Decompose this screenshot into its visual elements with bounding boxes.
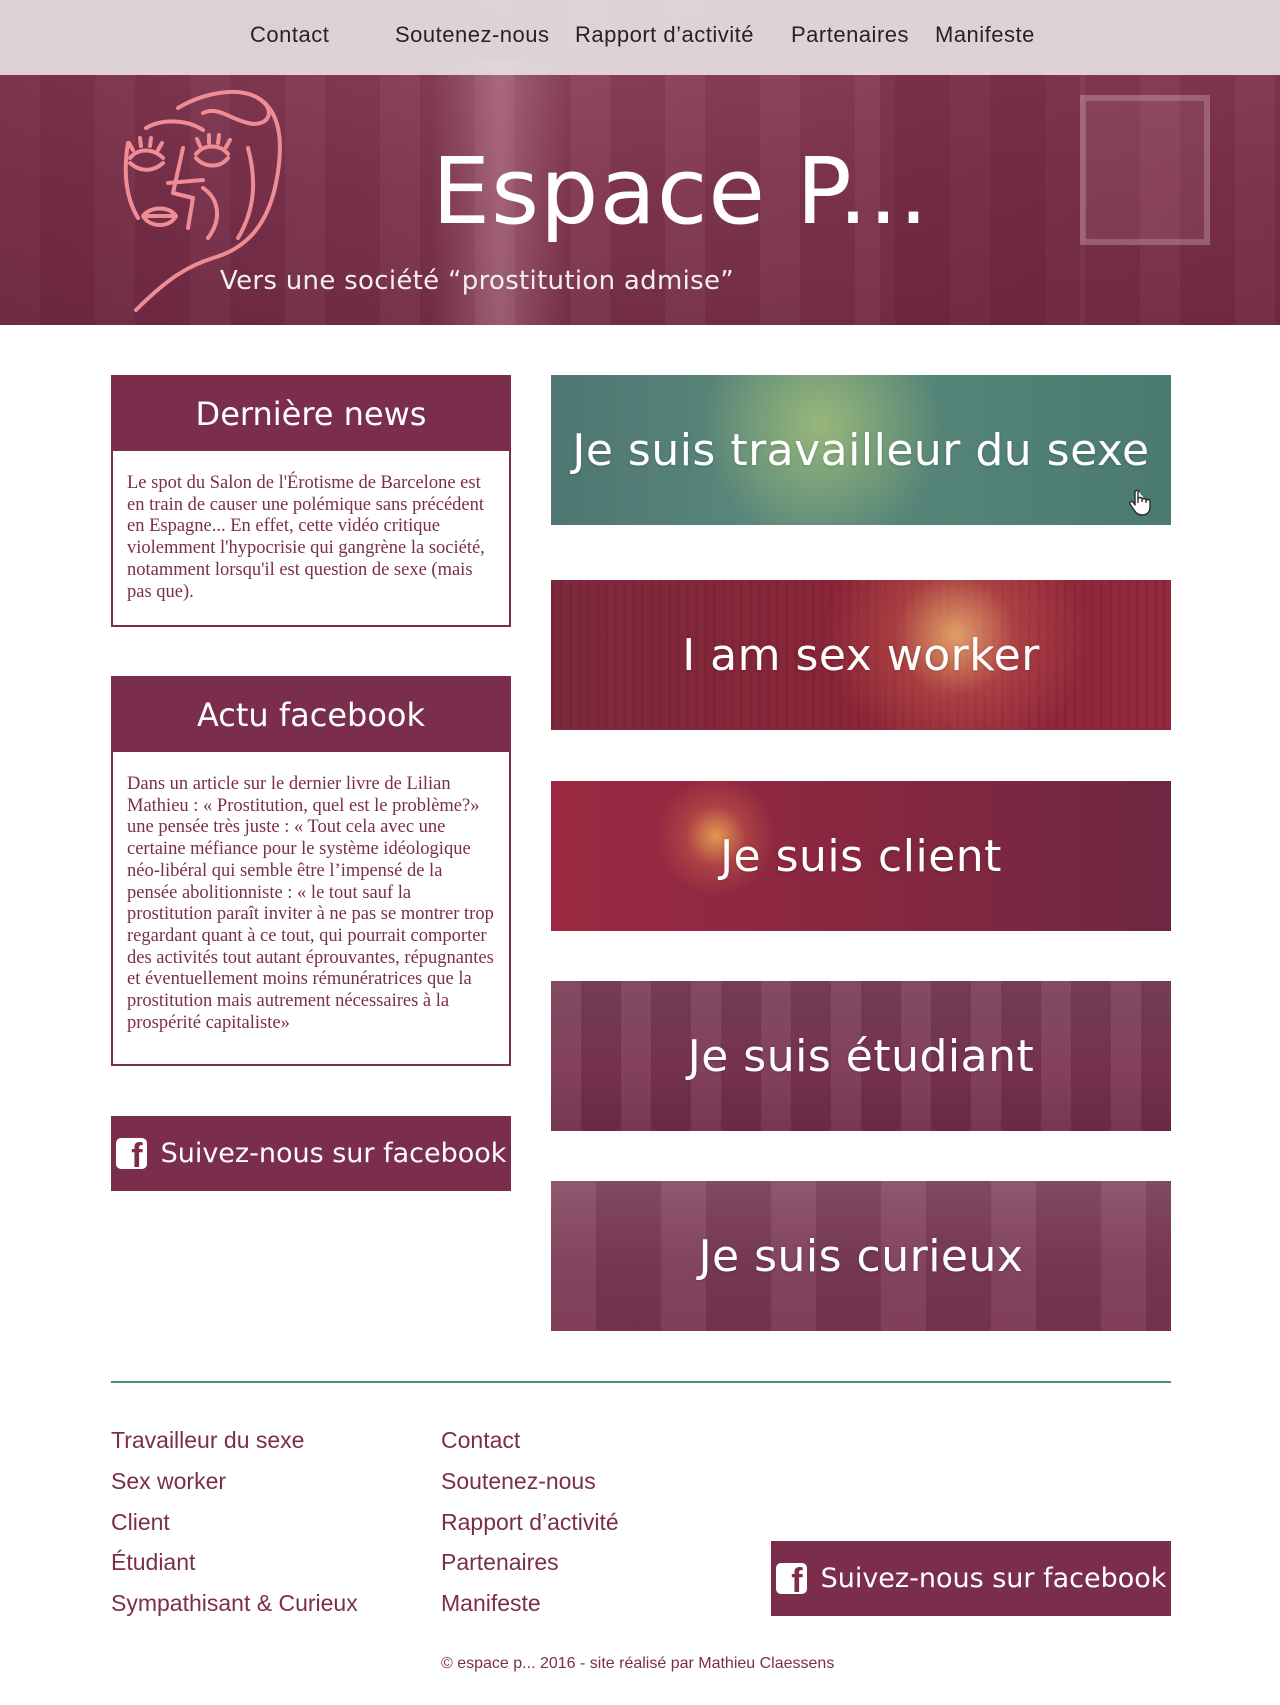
tile-sex-worker-fr-label: Je suis travailleur du sexe [572, 424, 1150, 476]
follow-facebook-button[interactable]: f Suivez-nous sur facebook [111, 1116, 511, 1191]
nav-item-contact[interactable]: Contact [250, 22, 329, 48]
tile-curious-label: Je suis curieux [698, 1230, 1024, 1282]
footer-link-sex-worker[interactable]: Sex worker [111, 1468, 226, 1495]
hero-background-window [1080, 95, 1210, 245]
nav-item-rapport-activite[interactable]: Rapport d’activité [575, 22, 754, 48]
facebook-news-card: Actu facebook Dans un article sur le der… [111, 676, 511, 1066]
follow-facebook-label: Suivez-nous sur facebook [160, 1138, 507, 1169]
footer-link-partenaires[interactable]: Partenaires [441, 1549, 559, 1576]
footer-link-travailleur[interactable]: Travailleur du sexe [111, 1427, 304, 1454]
footer-link-rapport[interactable]: Rapport d’activité [441, 1509, 619, 1536]
footer-link-client[interactable]: Client [111, 1509, 170, 1536]
tile-student[interactable]: Je suis étudiant [551, 981, 1171, 1131]
facebook-news-text[interactable]: Dans un article sur le dernier livre de … [113, 752, 509, 1034]
top-navigation: Contact Soutenez-nous Rapport d’activité… [0, 0, 1280, 75]
hand-pointer-icon [1129, 489, 1151, 516]
facebook-news-title: Actu facebook [113, 678, 509, 752]
footer-link-sympathisant[interactable]: Sympathisant & Curieux [111, 1590, 358, 1617]
latest-news-card: Dernière news Le spot du Salon de l'Érot… [111, 375, 511, 627]
latest-news-title: Dernière news [113, 377, 509, 451]
nav-item-manifeste[interactable]: Manifeste [935, 22, 1035, 48]
tile-sex-worker-fr[interactable]: Je suis travailleur du sexe [551, 375, 1171, 525]
facebook-icon: f [775, 1563, 807, 1598]
footer-divider [111, 1381, 1171, 1383]
site-title: Espace P... [432, 138, 930, 245]
copyright-text: © espace p... 2016 - site réalisé par Ma… [441, 1655, 835, 1672]
tile-client[interactable]: Je suis client [551, 781, 1171, 931]
footer-link-etudiant[interactable]: Étudiant [111, 1549, 195, 1576]
footer-follow-facebook-button[interactable]: f Suivez-nous sur facebook [771, 1541, 1171, 1616]
tile-student-label: Je suis étudiant [687, 1030, 1035, 1082]
latest-news-text[interactable]: Le spot du Salon de l'Érotisme de Barcel… [113, 451, 509, 603]
tile-client-label: Je suis client [720, 830, 1002, 882]
tile-curious[interactable]: Je suis curieux [551, 1181, 1171, 1331]
footer-follow-facebook-label: Suivez-nous sur facebook [820, 1563, 1167, 1594]
nav-item-soutenez-nous[interactable]: Soutenez-nous [395, 22, 550, 48]
footer-link-soutenez-nous[interactable]: Soutenez-nous [441, 1468, 596, 1495]
site-subtitle: Vers une société “prostitution admise” [220, 266, 735, 296]
hero-banner: Contact Soutenez-nous Rapport d’activité… [0, 0, 1280, 325]
footer-link-manifeste[interactable]: Manifeste [441, 1590, 541, 1617]
tile-sex-worker-en-label: I am sex worker [682, 629, 1040, 681]
tile-sex-worker-en[interactable]: I am sex worker [551, 580, 1171, 730]
nav-item-partenaires[interactable]: Partenaires [791, 22, 909, 48]
footer-link-contact[interactable]: Contact [441, 1427, 520, 1454]
facebook-icon: f [115, 1138, 147, 1173]
